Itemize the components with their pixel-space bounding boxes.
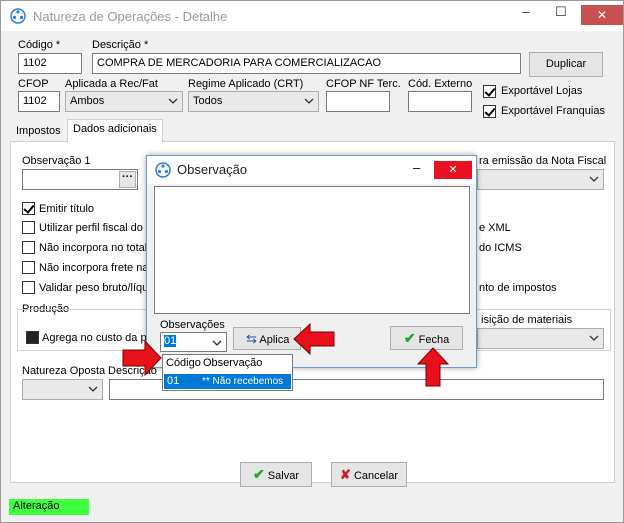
exportavel-franquias-checkbox[interactable]: [483, 105, 496, 118]
observacoes-select[interactable]: 01: [160, 332, 227, 352]
title-bar: Natureza de Operações - Detalhe – ☐ ✕: [1, 1, 623, 31]
fecha-label: Fecha: [418, 334, 450, 346]
exportavel-lojas-checkbox[interactable]: [483, 85, 496, 98]
cancelar-label: Cancelar: [353, 470, 398, 482]
salvar-button[interactable]: ✔ Salvar: [240, 462, 312, 487]
tab-impostos[interactable]: Impostos: [11, 122, 66, 142]
check-icon: ✔: [253, 466, 265, 482]
nao-incorpora-frete-checkbox[interactable]: [22, 261, 35, 274]
emitir-titulo-label: Emitir título: [39, 203, 95, 215]
observacoes-value: 01: [164, 335, 177, 347]
close-button[interactable]: ✕: [581, 5, 623, 25]
dialog-close-button[interactable]: ✕: [434, 161, 472, 179]
cod-externo-input[interactable]: [408, 91, 472, 112]
nao-incorpora-frete-label: Não incorpora frete na: [39, 262, 149, 274]
observacoes-dropdown-list: Código Observação 01 ** Não recebemos: [162, 354, 293, 391]
emissao-select[interactable]: [477, 169, 604, 190]
list-header-codigo: Código: [166, 357, 201, 369]
descricao-input[interactable]: COMPRA DE MERCADORIA PARA COMERCIALIZACA…: [92, 53, 521, 74]
tab-dados-adicionais[interactable]: Dados adicionais: [67, 119, 163, 142]
natureza-oposta-label: Natureza Oposta: [22, 365, 106, 377]
arrow-right-icon: [122, 339, 162, 377]
list-header-observacao: Observação: [203, 357, 263, 369]
aplica-label: Aplica: [259, 334, 290, 346]
nao-incorpora-total-label: Não incorpora no total: [39, 242, 148, 254]
utilizar-perfil-label: Utilizar perfil fiscal do c: [39, 222, 152, 234]
arrow-left-icon: [293, 322, 335, 356]
app-icon: [155, 162, 171, 178]
minimize-button[interactable]: –: [511, 1, 541, 23]
chevron-down-icon: [88, 386, 98, 392]
regime-label: Regime Aplicado (CRT): [188, 78, 304, 90]
salvar-label: Salvar: [267, 470, 299, 482]
dialog-title: Observação: [177, 162, 248, 177]
chevron-down-icon: [304, 98, 314, 104]
icms-label: do ICMS: [479, 242, 522, 254]
chevron-down-icon: [168, 98, 178, 104]
cfop-nf-input[interactable]: [326, 91, 390, 112]
chevron-down-icon: [589, 176, 599, 182]
exportavel-franquias-label: Exportável Franquias: [501, 105, 605, 117]
maximize-button[interactable]: ☐: [546, 1, 576, 23]
ellipsis-icon[interactable]: ···: [119, 171, 136, 188]
aplicada-select[interactable]: Ambos: [65, 91, 183, 112]
xml-label: e XML: [479, 222, 511, 234]
status-badge: Alteração: [9, 499, 89, 515]
codigo-input[interactable]: 1102: [18, 53, 82, 74]
cfop-label: CFOP: [18, 78, 49, 90]
apply-icon: ⇆: [246, 331, 257, 346]
regime-select[interactable]: Todos: [188, 91, 319, 112]
observacoes-label: Observações: [160, 319, 225, 331]
dialog-title-bar: Observação – ✕: [147, 156, 476, 184]
validar-peso-label: Validar peso bruto/líqu: [39, 282, 149, 294]
list-item-observacao: ** Não recebemos: [202, 376, 284, 387]
regime-value: Todos: [193, 95, 223, 107]
nao-incorpora-total-checkbox[interactable]: [22, 241, 35, 254]
check-icon: ✔: [403, 330, 416, 346]
list-item-codigo: 01: [167, 375, 180, 387]
dialog-minimize-button[interactable]: –: [413, 160, 420, 175]
list-item[interactable]: 01 ** Não recebemos: [164, 374, 291, 389]
chevron-down-icon: [212, 340, 222, 346]
observacao1-label: Observação 1: [22, 155, 91, 167]
chevron-down-icon: [589, 335, 599, 341]
cod-externo-label: Cód. Externo: [408, 78, 473, 90]
requisicao-select[interactable]: [477, 328, 604, 349]
aplicada-label: Aplicada a Rec/Fat: [65, 78, 158, 90]
exportavel-lojas-label: Exportável Lojas: [501, 85, 583, 97]
cfop-input[interactable]: 1102: [18, 91, 60, 112]
impostos-label: nto de impostos: [479, 282, 557, 294]
codigo-label: Código *: [18, 39, 61, 51]
emitir-titulo-checkbox[interactable]: [22, 202, 35, 215]
validar-peso-checkbox[interactable]: [22, 281, 35, 294]
aplicada-value: Ambos: [70, 95, 105, 107]
requisicao-label: isição de materiais: [481, 314, 573, 326]
observacao-textarea[interactable]: [154, 186, 470, 314]
agrega-custo-checkbox[interactable]: [26, 331, 39, 344]
cancelar-button[interactable]: ✘ Cancelar: [331, 462, 407, 487]
app-icon: [10, 8, 26, 24]
cfop-nf-label: CFOP NF Terc.: [326, 78, 401, 90]
utilizar-perfil-checkbox[interactable]: [22, 221, 35, 234]
aplica-button[interactable]: ⇆ Aplica: [233, 327, 301, 350]
natureza-oposta-select[interactable]: [22, 379, 103, 400]
descricao-label: Descrição *: [92, 39, 149, 51]
emissao-label: ra emissão da Nota Fiscal: [479, 155, 607, 167]
arrow-up-icon: [416, 347, 450, 387]
window-title: Natureza de Operações - Detalhe: [33, 9, 228, 24]
duplicar-button[interactable]: Duplicar: [529, 52, 603, 77]
x-icon: ✘: [340, 467, 351, 482]
